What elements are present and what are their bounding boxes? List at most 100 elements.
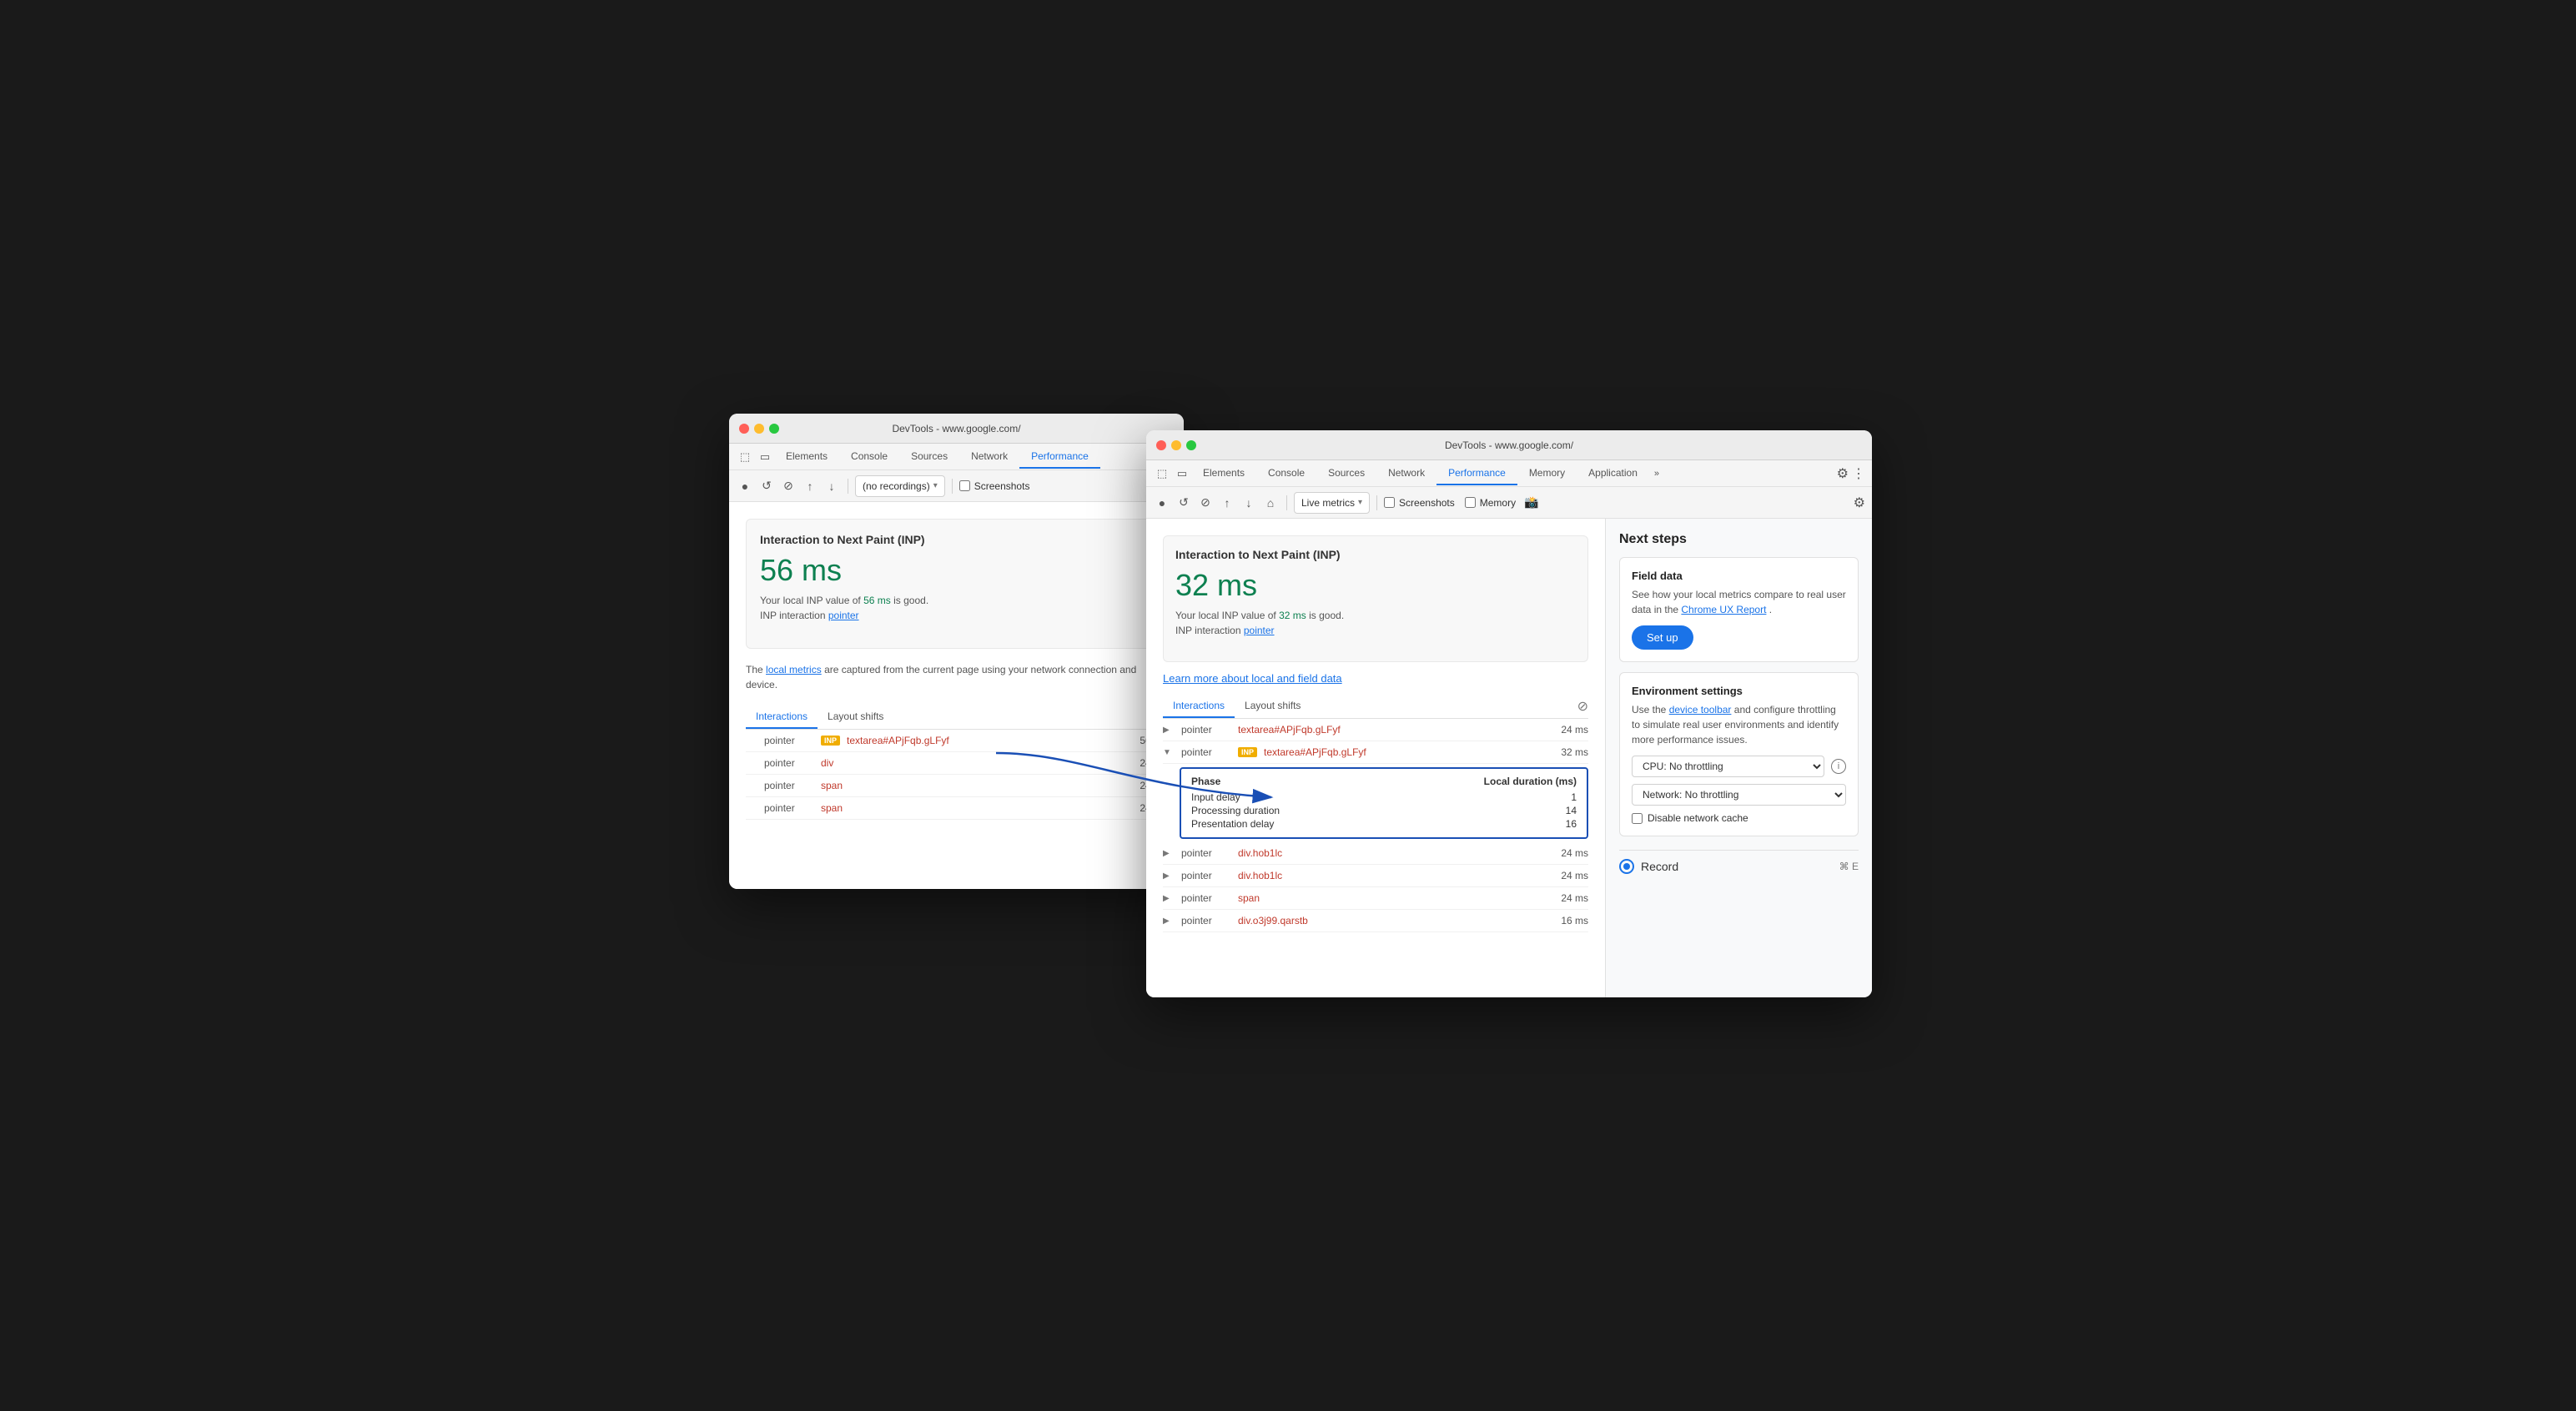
screenshots-checkbox-back[interactable]: Screenshots <box>959 480 1030 492</box>
tab-performance-back[interactable]: Performance <box>1019 445 1100 469</box>
inspector-icon-front[interactable]: ⬚ <box>1153 464 1171 483</box>
inp-desc-text2-front: is good. <box>1309 610 1344 621</box>
interaction-target-2-back[interactable]: span <box>821 780 1119 791</box>
record-dot-inner-front <box>1623 863 1630 870</box>
download-icon-front[interactable]: ↓ <box>1240 494 1258 512</box>
memory-checkbox-input-front[interactable] <box>1465 497 1476 508</box>
tab-elements-back[interactable]: Elements <box>774 445 839 469</box>
record-icon-front[interactable]: ● <box>1153 494 1171 512</box>
reload-icon-back[interactable]: ↺ <box>757 477 776 495</box>
interaction-target-5-front[interactable]: div.o3j99.qarstb <box>1238 915 1540 926</box>
tab-sources-back[interactable]: Sources <box>899 445 959 469</box>
screenshots-checkbox-input-back[interactable] <box>959 480 970 491</box>
memory-checkbox-front[interactable]: Memory <box>1465 497 1516 509</box>
tab-console-back[interactable]: Console <box>839 445 899 469</box>
tab-sources-front[interactable]: Sources <box>1316 462 1376 485</box>
tab-network-back[interactable]: Network <box>959 445 1019 469</box>
recordings-dropdown-back[interactable]: (no recordings) ▾ <box>855 475 945 497</box>
live-metrics-dropdown-front[interactable]: Live metrics ▾ <box>1294 492 1370 514</box>
close-button-back[interactable] <box>739 424 749 434</box>
phase-header-front: Phase Local duration (ms) <box>1191 776 1577 787</box>
record-icon-back[interactable]: ● <box>736 477 754 495</box>
sub-tab-clear-front[interactable]: ⊘ <box>1577 698 1588 715</box>
close-button-front[interactable] <box>1156 440 1166 450</box>
device-icon-front[interactable]: ▭ <box>1173 464 1191 483</box>
interaction-target-4-front[interactable]: span <box>1238 892 1540 904</box>
expand-arrow-2-front[interactable]: ▶ <box>1163 849 1175 858</box>
expand-arrow-4-front[interactable]: ▶ <box>1163 894 1175 903</box>
reload-icon-front[interactable]: ↺ <box>1175 494 1193 512</box>
expand-arrow-1-front[interactable]: ▼ <box>1163 748 1175 757</box>
inspector-icon-back[interactable]: ⬚ <box>736 448 754 466</box>
device-toolbar-link-front[interactable]: device toolbar <box>1669 704 1732 716</box>
local-metrics-link-back[interactable]: local metrics <box>766 664 822 675</box>
upload-icon-back[interactable]: ↑ <box>801 477 819 495</box>
window-title-front: DevTools - www.google.com/ <box>1445 439 1573 451</box>
settings-icon-front[interactable]: ⚙ <box>1837 465 1849 482</box>
tab-network-front[interactable]: Network <box>1376 462 1436 485</box>
window-title-back: DevTools - www.google.com/ <box>892 423 1020 434</box>
stop-icon-back[interactable]: ⊘ <box>779 477 797 495</box>
kebab-icon-front[interactable]: ⋮ <box>1852 465 1865 482</box>
cpu-select-row-front: CPU: No throttling i <box>1632 756 1846 777</box>
phase-row-processing-front: Processing duration 14 <box>1191 804 1577 817</box>
lm-note-text1-back: The <box>746 664 763 675</box>
inp-interaction-link-back[interactable]: pointer <box>828 610 859 621</box>
interaction-duration-5-front: 16 ms <box>1547 915 1588 926</box>
inp-interaction-link-front[interactable]: pointer <box>1244 625 1275 636</box>
upload-icon-front[interactable]: ↑ <box>1218 494 1236 512</box>
chrome-ux-link-front[interactable]: Chrome UX Report <box>1681 604 1766 615</box>
screenshots-label-back: Screenshots <box>974 480 1030 492</box>
minimize-button-back[interactable] <box>754 424 764 434</box>
interaction-target-1-front[interactable]: textarea#APjFqb.gLFyf <box>1264 746 1540 758</box>
maximize-button-front[interactable] <box>1186 440 1196 450</box>
network-select-row-front: Network: No throttling <box>1632 784 1846 806</box>
tab-application-front[interactable]: Application <box>1577 462 1649 485</box>
inp-badge-0-back: INP <box>821 736 840 746</box>
phase-row-input-delay-front: Input delay 1 <box>1191 791 1577 804</box>
sub-tab-layout-back[interactable]: Layout shifts <box>818 706 893 729</box>
interaction-target-3-front[interactable]: div.hob1lc <box>1238 870 1540 881</box>
disable-cache-checkbox-front[interactable] <box>1632 813 1643 824</box>
inp-desc-text1-back: Your local INP value of <box>760 595 861 606</box>
sub-tab-interactions-back[interactable]: Interactions <box>746 706 818 729</box>
record-button-front[interactable]: Record <box>1619 859 1678 874</box>
sub-tab-layout-front[interactable]: Layout shifts <box>1235 695 1311 718</box>
setup-button-front[interactable]: Set up <box>1632 625 1693 650</box>
interaction-target-3-back[interactable]: span <box>821 802 1119 814</box>
interaction-type-3-front: pointer <box>1181 870 1231 881</box>
interaction-target-0-back[interactable]: textarea#APjFqb.gLFyf <box>847 735 1119 746</box>
tab-memory-front[interactable]: Memory <box>1517 462 1577 485</box>
tab-console-front[interactable]: Console <box>1256 462 1316 485</box>
expand-arrow-5-front[interactable]: ▶ <box>1163 916 1175 926</box>
learn-more-link-front[interactable]: Learn more about local and field data <box>1163 672 1342 685</box>
download-icon-back[interactable]: ↓ <box>823 477 841 495</box>
interaction-duration-3-front: 24 ms <box>1547 870 1588 881</box>
tab-elements-front[interactable]: Elements <box>1191 462 1256 485</box>
screenshot-icon-front[interactable]: 📸 <box>1522 494 1541 512</box>
minimize-button-front[interactable] <box>1171 440 1181 450</box>
right-panel-front: Next steps Field data See how your local… <box>1605 519 1872 997</box>
toolbar-settings-front[interactable]: ⚙ <box>1854 495 1865 511</box>
cpu-info-icon-front[interactable]: i <box>1831 759 1846 774</box>
expand-arrow-3-front[interactable]: ▶ <box>1163 871 1175 881</box>
tab-performance-front[interactable]: Performance <box>1436 462 1517 485</box>
stop-icon-front[interactable]: ⊘ <box>1196 494 1215 512</box>
home-icon-front[interactable]: ⌂ <box>1261 494 1280 512</box>
titlebar-back: DevTools - www.google.com/ <box>729 414 1184 444</box>
maximize-button-back[interactable] <box>769 424 779 434</box>
cpu-select-front[interactable]: CPU: No throttling <box>1632 756 1824 777</box>
interaction-target-2-front[interactable]: div.hob1lc <box>1238 847 1540 859</box>
screenshots-checkbox-front[interactable]: Screenshots <box>1384 497 1455 509</box>
screenshots-checkbox-input-front[interactable] <box>1384 497 1395 508</box>
interaction-target-1-back[interactable]: div <box>821 757 1119 769</box>
interaction-target-0-front[interactable]: textarea#APjFqb.gLFyf <box>1238 724 1540 736</box>
expand-arrow-0-front[interactable]: ▶ <box>1163 726 1175 735</box>
device-icon-back[interactable]: ▭ <box>756 448 774 466</box>
sub-tab-interactions-front[interactable]: Interactions <box>1163 695 1235 718</box>
more-tabs-icon-front[interactable]: » <box>1649 467 1664 480</box>
inp-description-back: Your local INP value of 56 ms is good. <box>760 595 1153 606</box>
inp-interaction-label-back: INP interaction <box>760 610 826 621</box>
network-select-front[interactable]: Network: No throttling <box>1632 784 1846 806</box>
local-metrics-note-back: The local metrics are captured from the … <box>746 662 1167 692</box>
